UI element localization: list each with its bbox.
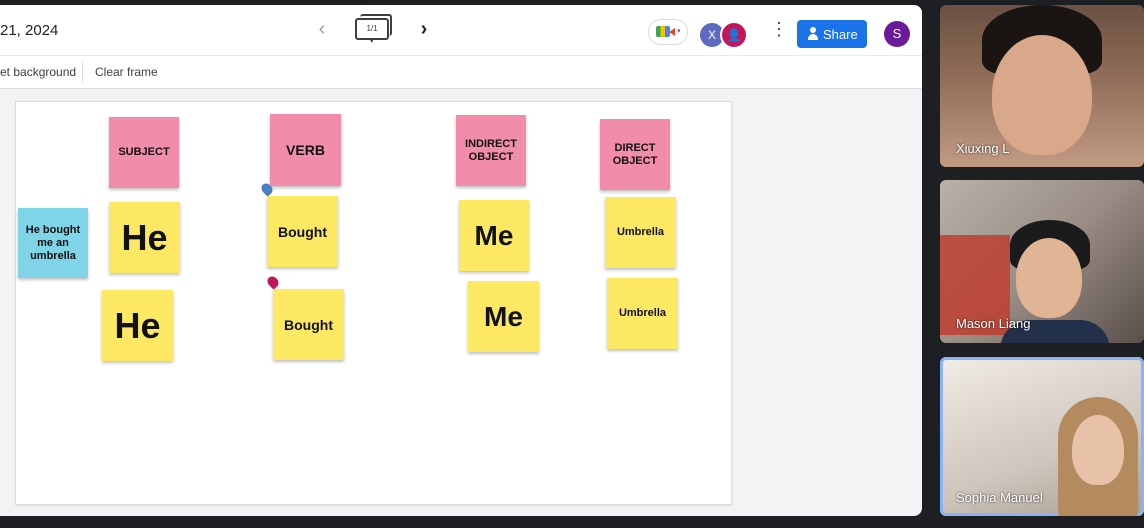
frame-toolbar: et background Clear frame [0, 55, 922, 89]
meet-button[interactable]: ▾ [648, 19, 688, 45]
participant-video [1016, 238, 1082, 318]
previous-frame-button[interactable]: ‹ [312, 19, 332, 41]
sticky-note-subject[interactable]: SUBJECT [109, 117, 179, 188]
collaborator-avatar-icon[interactable]: 👤 [720, 21, 748, 49]
sticky-note-bought[interactable]: Bought [267, 196, 338, 267]
participant-video-tile-active[interactable]: Sophia Manuel [940, 357, 1144, 516]
sticky-note-indirect-object[interactable]: INDIRECT OBJECT [456, 115, 526, 186]
sticky-note-he[interactable]: He [109, 202, 180, 273]
sticky-note-bought[interactable]: Bought [273, 289, 344, 360]
next-frame-button[interactable]: › [414, 19, 434, 41]
top-bar: 21, 2024 ‹ 1/1 ▾ › ▾ X 👤 ⋮ Share S [0, 5, 922, 55]
sticky-note-me[interactable]: Me [459, 200, 529, 271]
sticky-note-verb[interactable]: VERB [270, 114, 341, 186]
cursor-pin-icon [265, 274, 281, 290]
person-icon [807, 27, 819, 41]
chevron-down-icon: ▾ [677, 28, 681, 35]
clear-frame-button[interactable]: Clear frame [95, 65, 158, 79]
sticky-note-umbrella[interactable]: Umbrella [605, 197, 676, 268]
toolbar-divider [82, 62, 83, 82]
share-label: Share [823, 27, 858, 42]
more-options-icon[interactable]: ⋮ [770, 19, 788, 39]
meet-camera-icon [656, 26, 675, 37]
account-avatar[interactable]: S [884, 21, 910, 47]
set-background-button[interactable]: et background [0, 65, 76, 79]
sticky-note-direct-object[interactable]: DIRECT OBJECT [600, 119, 670, 190]
participant-video [992, 35, 1092, 155]
sticky-note-me[interactable]: Me [468, 281, 539, 352]
participant-name: Xiuxing L [956, 141, 1010, 156]
frame-counter-label: 1/1 [366, 24, 378, 33]
sticky-note-umbrella[interactable]: Umbrella [607, 278, 678, 349]
sticky-note-he[interactable]: He [102, 290, 173, 361]
frame-counter-button[interactable]: 1/1 ▾ [355, 14, 392, 45]
chevron-down-icon: ▾ [370, 38, 374, 45]
participant-name: Sophia Manuel [956, 490, 1043, 505]
participant-video-tile[interactable]: Mason Liang [940, 180, 1144, 343]
sticky-note-sentence[interactable]: He bought me an umbrella [18, 208, 88, 278]
participant-video [1072, 415, 1124, 485]
participant-name: Mason Liang [956, 316, 1031, 331]
jam-canvas[interactable]: SUBJECT VERB INDIRECT OBJECT DIRECT OBJE… [16, 102, 731, 504]
share-button[interactable]: Share [797, 20, 867, 48]
document-title[interactable]: 21, 2024 [0, 22, 58, 39]
jamboard-window: 21, 2024 ‹ 1/1 ▾ › ▾ X 👤 ⋮ Share S et ba… [0, 5, 922, 516]
participant-video-tile[interactable]: Xiuxing L [940, 5, 1144, 167]
